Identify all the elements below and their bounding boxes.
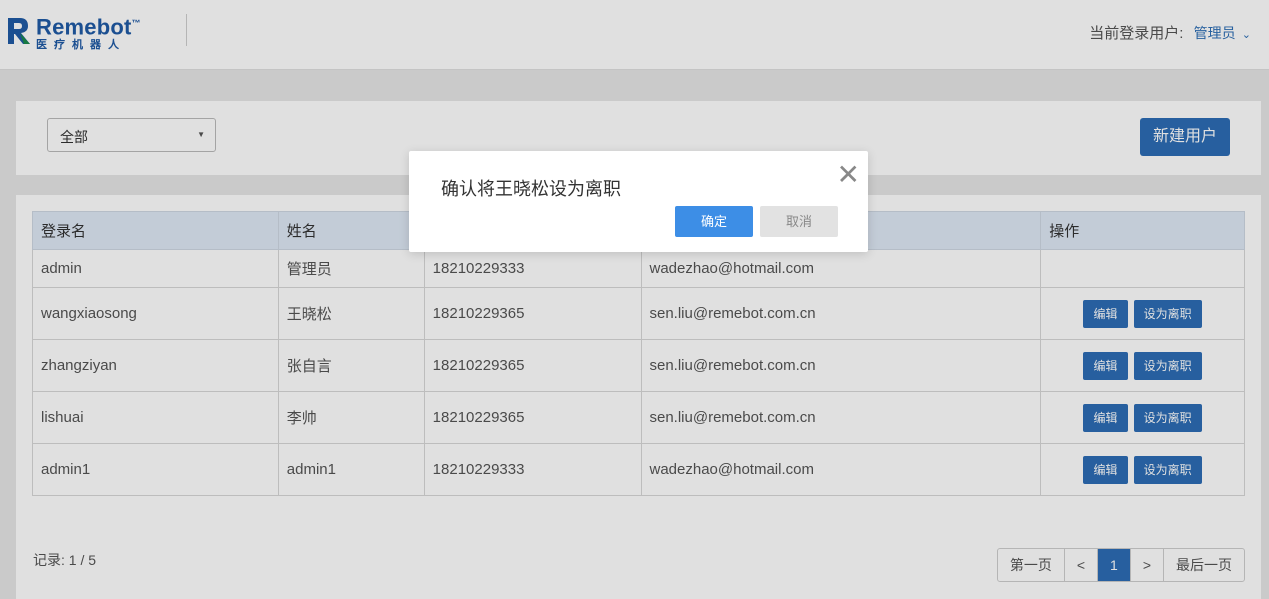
dialog-title: 确认将王晓松设为离职 [441, 179, 621, 199]
close-icon[interactable]: ✕ [837, 161, 860, 189]
confirm-button[interactable]: 确定 [675, 206, 753, 237]
confirm-dialog: 确认将王晓松设为离职 ✕ 确定 取消 [409, 151, 868, 252]
modal-overlay[interactable] [0, 0, 1269, 599]
cancel-button[interactable]: 取消 [760, 206, 838, 237]
